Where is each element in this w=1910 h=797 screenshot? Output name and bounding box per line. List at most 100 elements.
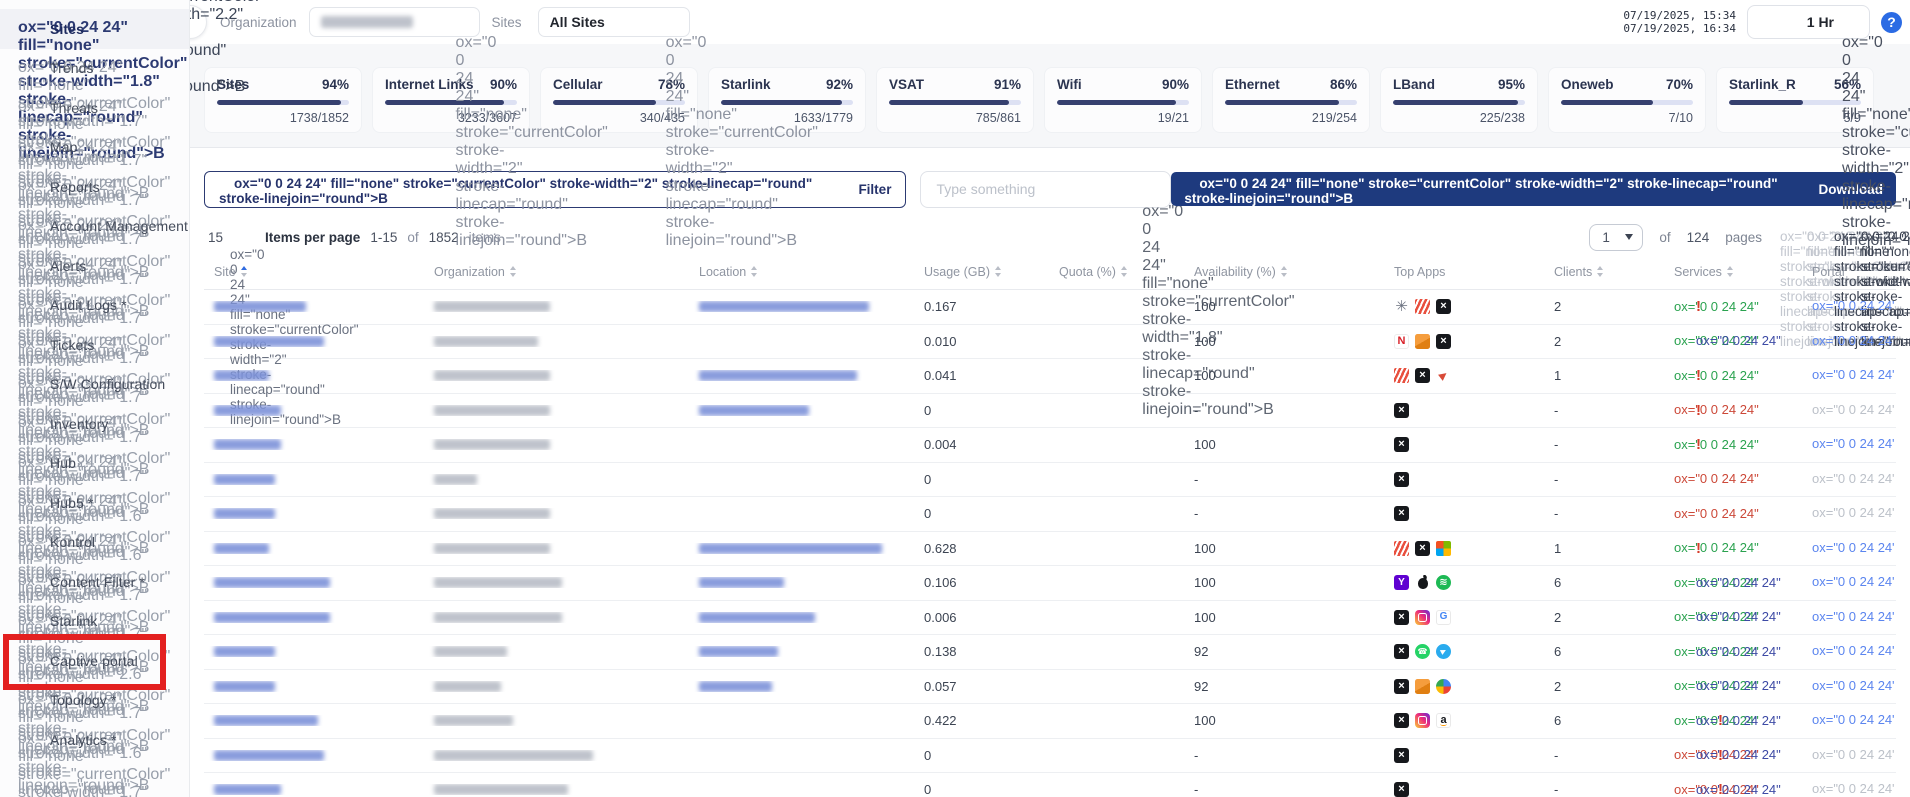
redacted-link-text[interactable] (214, 612, 330, 623)
cell-organization (424, 301, 689, 312)
cell-availability: - (1184, 748, 1384, 763)
cell-organization (424, 577, 689, 588)
redacted-link-text[interactable] (214, 336, 324, 347)
status-card-fraction: 1738/1852 (217, 111, 349, 125)
redacted-text (434, 784, 568, 795)
redacted-link-text[interactable] (214, 474, 275, 485)
redacted-link-text[interactable] (214, 543, 269, 554)
redacted-link-text[interactable] (214, 646, 275, 657)
redacted-link-text[interactable] (699, 543, 882, 554)
cell-portal: ox="0 0 24 24" fill="none" stroke="curre… (1802, 505, 1895, 522)
main-content: ox="0 0 24 24" fill="none" stroke="curre… (190, 148, 1910, 797)
column-header-organization[interactable]: Organization (424, 265, 689, 279)
help-icon[interactable]: ? (1881, 12, 1902, 33)
portal-link-icon[interactable]: ox="0 0 24 24" fill="none" stroke="curre… (1812, 298, 1829, 315)
redacted-text (434, 474, 477, 485)
redacted-link-text[interactable] (214, 301, 306, 312)
status-card-vsat: VSAT91%785/861 (876, 67, 1034, 133)
sites-dropdown-value: All Sites (550, 14, 605, 30)
status-card-top: VSAT91% (889, 77, 1021, 92)
redacted-link-text[interactable] (214, 405, 281, 416)
redacted-link-text[interactable] (699, 577, 784, 588)
blue-plane-app-icon (1436, 644, 1451, 659)
portal-link-icon[interactable]: ox="0 0 24 24" fill="none" stroke="curre… (1812, 436, 1829, 453)
redacted-link-text[interactable] (214, 370, 269, 381)
redacted-link-text[interactable] (214, 750, 324, 761)
redacted-link-text[interactable] (214, 508, 275, 519)
portal-link-icon[interactable]: ox="0 0 24 24" fill="none" stroke="curre… (1812, 678, 1829, 695)
topology-icon: ox="0 0 24 24" fill="none" stroke="curre… (18, 691, 37, 710)
sidebar-item-sites[interactable]: ox="0 0 24 24" fill="none" stroke="curre… (0, 9, 189, 49)
portal-link-icon[interactable]: ox="0 0 24 24" fill="none" stroke="curre… (1812, 574, 1829, 591)
apple-app-icon (1415, 575, 1430, 590)
first-page-icon[interactable]: ox="0 0 24 24" fill="none" stroke="curre… (1780, 229, 1797, 246)
redacted-link-text[interactable] (214, 715, 318, 726)
status-card-fraction: 1633/1779 (721, 111, 853, 125)
spotify-app-icon (1436, 575, 1451, 590)
column-header-location[interactable]: Location (689, 265, 914, 279)
service-up-icon: ox="0 0 24 24" fill="none" stroke="curre… (1674, 609, 1690, 625)
cell-location (689, 646, 914, 657)
chevron-down-icon: ox="0 0 24 24" fill="none" stroke="curre… (230, 231, 243, 244)
column-header-clients[interactable]: Clients (1544, 265, 1664, 279)
redacted-link-text[interactable] (699, 646, 778, 657)
organization-dropdown[interactable]: ox="0 0 24 24" fill="none" stroke="curre… (309, 7, 480, 37)
sites-dropdown[interactable]: All Sites ox="0 0 24 24" fill="none" str… (538, 7, 690, 37)
cell-services: ox="0 0 24 24" fill="none" stroke="curre… (1664, 713, 1802, 729)
column-header-site[interactable]: Site (204, 265, 424, 279)
cell-site (204, 681, 424, 692)
portal-link-icon[interactable]: ox="0 0 24 24" fill="none" stroke="curre… (1812, 609, 1829, 626)
portal-link-icon[interactable]: ox="0 0 24 24" fill="none" stroke="curre… (1812, 712, 1829, 729)
portal-link-icon[interactable]: ox="0 0 24 24" fill="none" stroke="curre… (1812, 367, 1829, 384)
redacted-link-text[interactable] (699, 301, 869, 312)
cell-usage: 0.004 (914, 437, 1049, 452)
redacted-link-text[interactable] (214, 439, 281, 450)
cell-usage: 0 (914, 506, 1049, 521)
portal-link-icon[interactable]: ox="0 0 24 24" fill="none" stroke="curre… (1812, 540, 1829, 557)
column-header-availability[interactable]: Availability (%) (1184, 265, 1384, 279)
sort-arrows-icon (510, 266, 516, 277)
redacted-link-text[interactable] (214, 784, 281, 795)
page-size-dropdown[interactable]: 15 ox="0 0 24 24" fill="none" stroke="cu… (208, 230, 243, 245)
download-button[interactable]: ox="0 0 24 24" fill="none" stroke="curre… (1171, 172, 1896, 206)
status-card-fraction: 225/238 (1393, 111, 1525, 125)
redacted-link-text[interactable] (214, 577, 330, 588)
timestamp-end: 07/19/2025, 16:34 (1623, 22, 1736, 35)
service-up-icon: ox="0 0 24 24" fill="none" stroke="curre… (1674, 713, 1690, 729)
sort-arrows-icon (241, 266, 247, 277)
service-down-icon: ox="0 0 24 24" fill="none" stroke="curre… (1674, 471, 1690, 487)
status-card-ethernet: Ethernet86%219/254 (1212, 67, 1370, 133)
portal-link-icon[interactable]: ox="0 0 24 24" fill="none" stroke="curre… (1812, 333, 1829, 350)
progress-bar-fill (553, 100, 656, 105)
redacted-link-text[interactable] (699, 681, 772, 692)
redacted-link-text[interactable] (699, 405, 809, 416)
table-row: 0.1061006ox="0 0 24 24" fill="none" stro… (204, 566, 1896, 601)
redacted-link-text[interactable] (699, 612, 815, 623)
search-input[interactable] (934, 180, 1142, 198)
column-header-usage-gb[interactable]: Usage (GB) (914, 265, 1049, 279)
column-header-quota[interactable]: Quota (%) (1049, 265, 1184, 279)
status-card-lband: LBand95%225/238 (1380, 67, 1538, 133)
cell-portal: ox="0 0 24 24" fill="none" stroke="curre… (1802, 643, 1895, 660)
current-page-dropdown[interactable]: 1 (1589, 224, 1643, 251)
sidebar-item-label: Threats (50, 100, 98, 116)
service-up-icon: ox="0 0 24 24" fill="none" stroke="curre… (1674, 368, 1690, 384)
fan-app-icon (1394, 299, 1409, 314)
progress-bar-fill (1225, 100, 1339, 105)
table-row: 0--ox="0 0 24 24" fill="none" stroke="cu… (204, 773, 1896, 797)
cell-organization (424, 646, 689, 657)
cell-availability: 100 (1184, 541, 1384, 556)
cell-services: ox="0 0 24 24" fill="none" stroke="curre… (1664, 747, 1802, 763)
table-row: 0--ox="0 0 24 24" fill="none" stroke="cu… (204, 394, 1896, 429)
service-up-icon: ox="0 0 24 24" fill="none" stroke="curre… (1674, 333, 1690, 349)
portal-link-icon[interactable]: ox="0 0 24 24" fill="none" stroke="curre… (1812, 643, 1829, 660)
redacted-link-text[interactable] (699, 370, 857, 381)
table-row: 0.1671002ox="0 0 24 24" fill="none" stro… (204, 290, 1896, 325)
cell-clients: - (1544, 437, 1664, 452)
redacted-link-text[interactable] (214, 681, 275, 692)
search-icon[interactable]: ox="0 0 24 24" fill="none" stroke="curre… (1142, 180, 1160, 198)
time-range-dropdown[interactable]: 1 Hr ox="0 0 24 24" fill="none" stroke="… (1747, 5, 1870, 39)
previous-page-icon[interactable]: ox="0 0 24 24" fill="none" stroke="curre… (1807, 229, 1824, 246)
column-header-services[interactable]: Services (1664, 265, 1802, 279)
status-card-top: Starlink92% (721, 77, 853, 92)
